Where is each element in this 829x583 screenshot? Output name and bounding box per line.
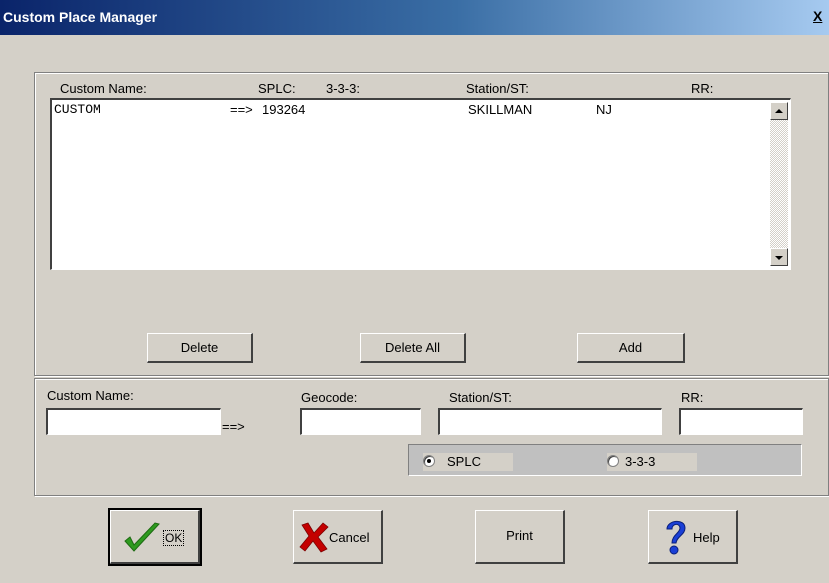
header-custom-name: Custom Name: bbox=[60, 81, 147, 96]
title-bar: Custom Place Manager X bbox=[0, 0, 829, 35]
up-arrow-icon bbox=[775, 109, 783, 113]
row-state: NJ bbox=[596, 102, 612, 117]
cancel-label: Cancel bbox=[329, 530, 370, 545]
checkmark-icon bbox=[124, 522, 160, 552]
help-button[interactable]: Help bbox=[648, 510, 738, 564]
help-label: Help bbox=[693, 530, 720, 545]
radio-selected-dot bbox=[427, 459, 431, 463]
delete-label: Delete bbox=[180, 340, 219, 355]
custom-place-list[interactable]: CUSTOM ==> 193264 SKILLMAN NJ bbox=[50, 98, 791, 270]
scroll-down-button[interactable] bbox=[770, 248, 788, 266]
x-icon bbox=[299, 522, 329, 553]
delete-all-label: Delete All bbox=[385, 340, 440, 355]
close-icon[interactable]: X bbox=[813, 8, 827, 24]
window-title: Custom Place Manager bbox=[3, 9, 158, 25]
row-name: CUSTOM bbox=[54, 102, 101, 117]
form-group-frame bbox=[34, 378, 829, 496]
radio-splc-label: SPLC bbox=[447, 454, 481, 469]
ok-button[interactable]: OK bbox=[108, 508, 202, 566]
row-code: 193264 bbox=[262, 102, 306, 117]
add-button[interactable]: Add bbox=[577, 333, 685, 363]
custom-name-input[interactable] bbox=[46, 408, 221, 435]
code-type-radio-group: SPLC 3-3-3 bbox=[408, 444, 802, 476]
scroll-up-button[interactable] bbox=[770, 102, 788, 120]
header-333: 3-3-3: bbox=[326, 81, 360, 96]
delete-all-button[interactable]: Delete All bbox=[360, 333, 466, 363]
rr-input[interactable] bbox=[679, 408, 803, 435]
ok-button-face: OK bbox=[110, 510, 200, 564]
radio-splc[interactable] bbox=[423, 455, 435, 467]
row-station: SKILLMAN bbox=[468, 102, 533, 117]
print-button[interactable]: Print bbox=[475, 510, 565, 564]
down-arrow-icon bbox=[775, 256, 783, 260]
radio-333-label: 3-3-3 bbox=[625, 454, 656, 469]
custom-name-label: Custom Name: bbox=[47, 388, 134, 403]
list-item[interactable]: CUSTOM ==> 193264 SKILLMAN NJ bbox=[52, 100, 764, 118]
print-label: Print bbox=[506, 528, 533, 543]
delete-button[interactable]: Delete bbox=[147, 333, 253, 363]
vertical-scrollbar[interactable] bbox=[770, 102, 788, 266]
ok-label: OK bbox=[162, 530, 185, 546]
geocode-input[interactable] bbox=[300, 408, 421, 435]
radio-333[interactable] bbox=[607, 455, 619, 467]
custom-name-arrow: ==> bbox=[222, 419, 245, 434]
radio-splc-option[interactable]: SPLC bbox=[423, 453, 513, 471]
header-station: Station/ST: bbox=[466, 81, 529, 96]
add-label: Add bbox=[618, 340, 643, 355]
station-label: Station/ST: bbox=[449, 390, 512, 405]
header-splc: SPLC: bbox=[258, 81, 296, 96]
row-arrow: ==> bbox=[230, 102, 253, 117]
radio-333-option[interactable]: 3-3-3 bbox=[607, 453, 697, 471]
question-icon bbox=[666, 520, 686, 555]
cancel-button[interactable]: Cancel bbox=[293, 510, 383, 564]
geocode-label: Geocode: bbox=[301, 390, 358, 405]
rr-label: RR: bbox=[681, 390, 704, 405]
header-rr: RR: bbox=[691, 81, 714, 96]
station-input[interactable] bbox=[438, 408, 662, 435]
